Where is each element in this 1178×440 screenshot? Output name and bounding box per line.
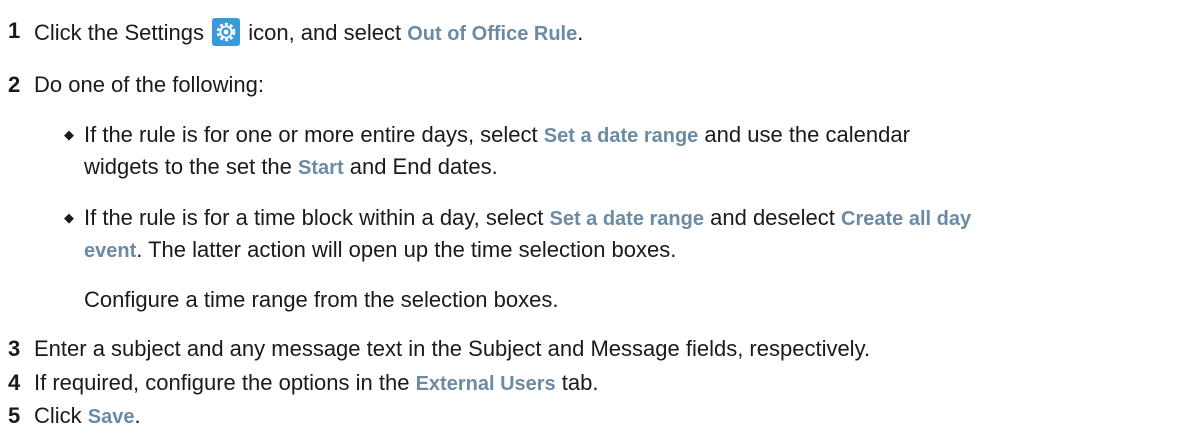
text: If the rule is for a time block within a… [84,205,544,230]
step-number: 2 [8,72,21,97]
step-1-text-middle: icon, and select [248,20,402,45]
text: . [134,403,141,428]
text: widgets to the set the [84,154,292,179]
event-label: event [84,240,137,262]
bullet-1-line-1: If the rule is for one or more entire da… [84,122,910,148]
step-number: 5 [8,403,21,428]
step-text: Do one of the following: [34,72,264,97]
step-1-text-before: Click the Settings [34,20,204,45]
create-all-day-label: Create all day [841,208,972,230]
set-date-range-label: Set a date range [549,208,704,230]
step-number: 3 [8,336,21,361]
out-of-office-rule-label: Out of Office Rule [407,23,578,45]
bullet-marker: ◆ [64,210,74,225]
step-text: If required, configure the options in th… [34,370,599,396]
text: . The latter action will open up the tim… [136,237,677,262]
step-text: Click Save. [34,403,141,429]
gear-icon [212,18,241,46]
text: and deselect [710,205,835,230]
step-text: Click the Settings icon, and select Out … [34,18,583,46]
start-label: Start [298,157,344,179]
step-number: 1 [8,18,21,43]
step-2-note: Configure a time range from the selectio… [84,287,559,312]
bullet-marker: ◆ [64,127,74,142]
text: and use the calendar [704,122,910,147]
bullet-2-line-1: If the rule is for a time block within a… [84,205,971,231]
bullet-2-line-2: event. The latter action will open up th… [84,237,676,263]
text: tab. [561,370,599,395]
text: and End dates. [349,154,498,179]
set-date-range-label: Set a date range [543,125,699,147]
external-users-label: External Users [415,373,556,395]
text: If the rule is for one or more entire da… [84,122,538,147]
bullet-1-line-2: widgets to the set the Start and End dat… [84,154,498,180]
step-number: 4 [8,370,21,395]
step-text: Enter a subject and any message text in … [34,336,871,361]
document-page: { "steps": [ { "number": "1", "before": … [0,0,1178,440]
save-label: Save [87,406,135,428]
text: If required, configure the options in th… [34,370,410,395]
text: Click [34,403,82,428]
step-1-text-after: . [577,20,584,45]
